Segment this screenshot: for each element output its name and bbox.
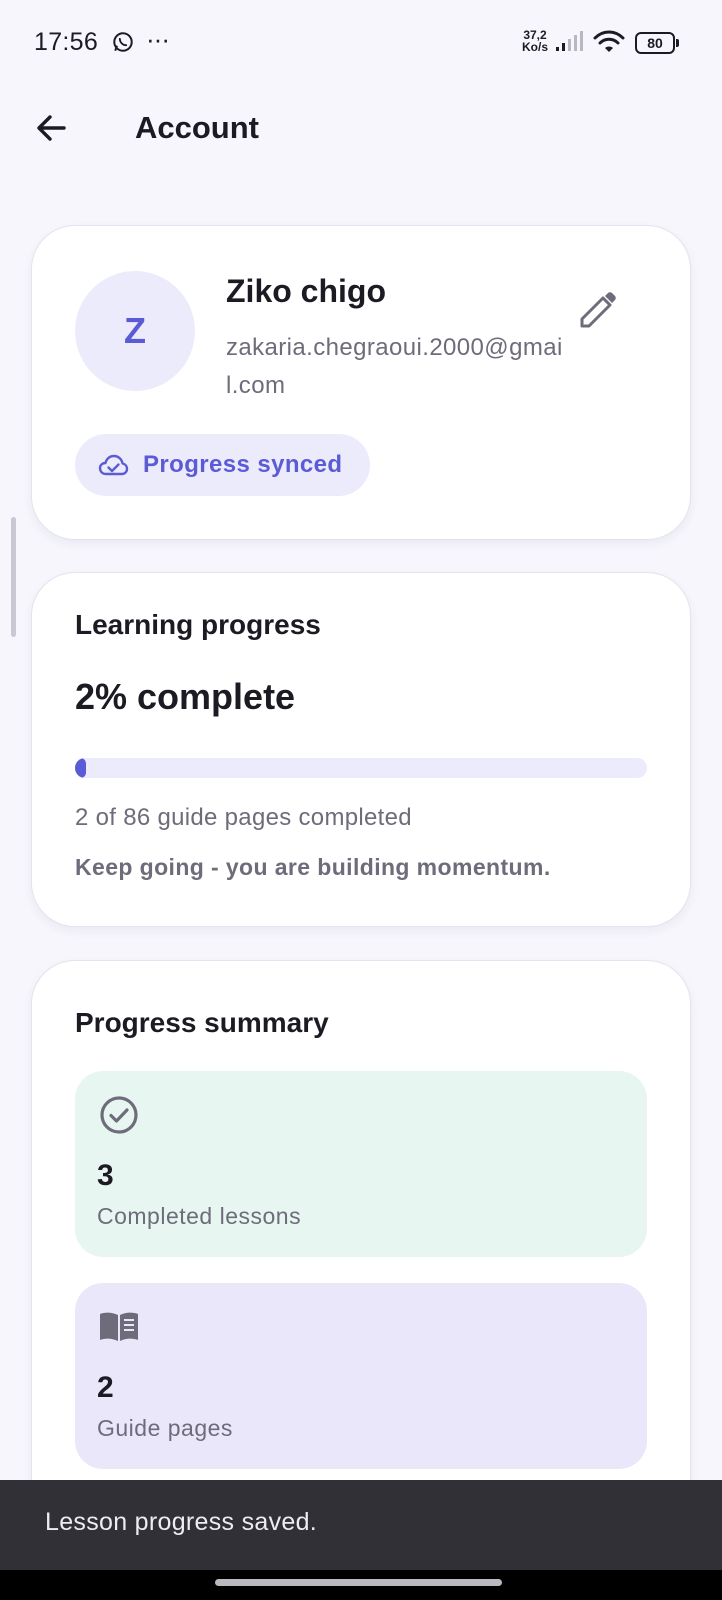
status-bar: 17:56 ··· 37,2 Ko/s 80 xyxy=(0,0,722,88)
completed-lessons-tile: 3 Completed lessons xyxy=(75,1071,647,1257)
scrollbar[interactable] xyxy=(11,517,16,637)
wifi-icon xyxy=(593,30,625,52)
signal-icon xyxy=(556,31,583,51)
encouragement-message: Keep going - you are building momentum. xyxy=(75,854,551,880)
user-name: Ziko chigo xyxy=(226,273,386,309)
check-circle-icon xyxy=(100,1096,138,1134)
pencil-icon[interactable] xyxy=(572,286,622,336)
battery-icon: 80 xyxy=(635,32,679,54)
completed-lessons-value: 3 xyxy=(97,1159,114,1192)
learning-progress-card: Learning progress 2% complete 2 of 86 gu… xyxy=(31,572,691,927)
page-title: Account xyxy=(135,110,259,145)
guide-pages-value: 2 xyxy=(97,1371,114,1404)
snackbar-message: Lesson progress saved. xyxy=(45,1508,318,1536)
learning-progress-title: Learning progress xyxy=(75,609,321,640)
guide-pages-label: Guide pages xyxy=(97,1415,233,1441)
profile-card: Z Ziko chigo zakaria.chegraoui.2000@gmai… xyxy=(31,225,691,540)
app-bar: Account xyxy=(0,88,722,168)
progress-summary-title: Progress summary xyxy=(75,1007,329,1038)
snackbar: Lesson progress saved. xyxy=(0,1480,722,1570)
cloud-check-icon xyxy=(98,454,129,476)
percent-complete: 2% complete xyxy=(75,676,296,717)
system-nav-bar xyxy=(0,1570,722,1600)
pages-completed-text: 2 of 86 guide pages completed xyxy=(75,804,412,831)
completed-lessons-label: Completed lessons xyxy=(97,1203,302,1229)
network-speed-unit: Ko/s xyxy=(521,40,548,54)
book-icon xyxy=(100,1312,138,1341)
guide-pages-tile: 2 Guide pages xyxy=(75,1283,647,1469)
avatar: Z xyxy=(75,271,195,391)
more-notifications-icon: ··· xyxy=(146,24,170,54)
progress-bar xyxy=(75,758,647,778)
sync-status-label: Progress synced xyxy=(143,451,343,478)
progress-bar-fill xyxy=(75,758,87,778)
status-time: 17:56 xyxy=(34,28,99,56)
battery-level: 80 xyxy=(635,32,675,54)
user-email: zakaria.chegraoui.2000@gmail.com xyxy=(226,334,563,399)
whatsapp-icon xyxy=(113,32,133,52)
back-arrow-icon[interactable] xyxy=(28,104,76,152)
home-gesture-handle[interactable] xyxy=(215,1579,502,1586)
network-speed: 37,2 Ko/s xyxy=(520,29,550,53)
sync-status-chip: Progress synced xyxy=(75,434,371,496)
